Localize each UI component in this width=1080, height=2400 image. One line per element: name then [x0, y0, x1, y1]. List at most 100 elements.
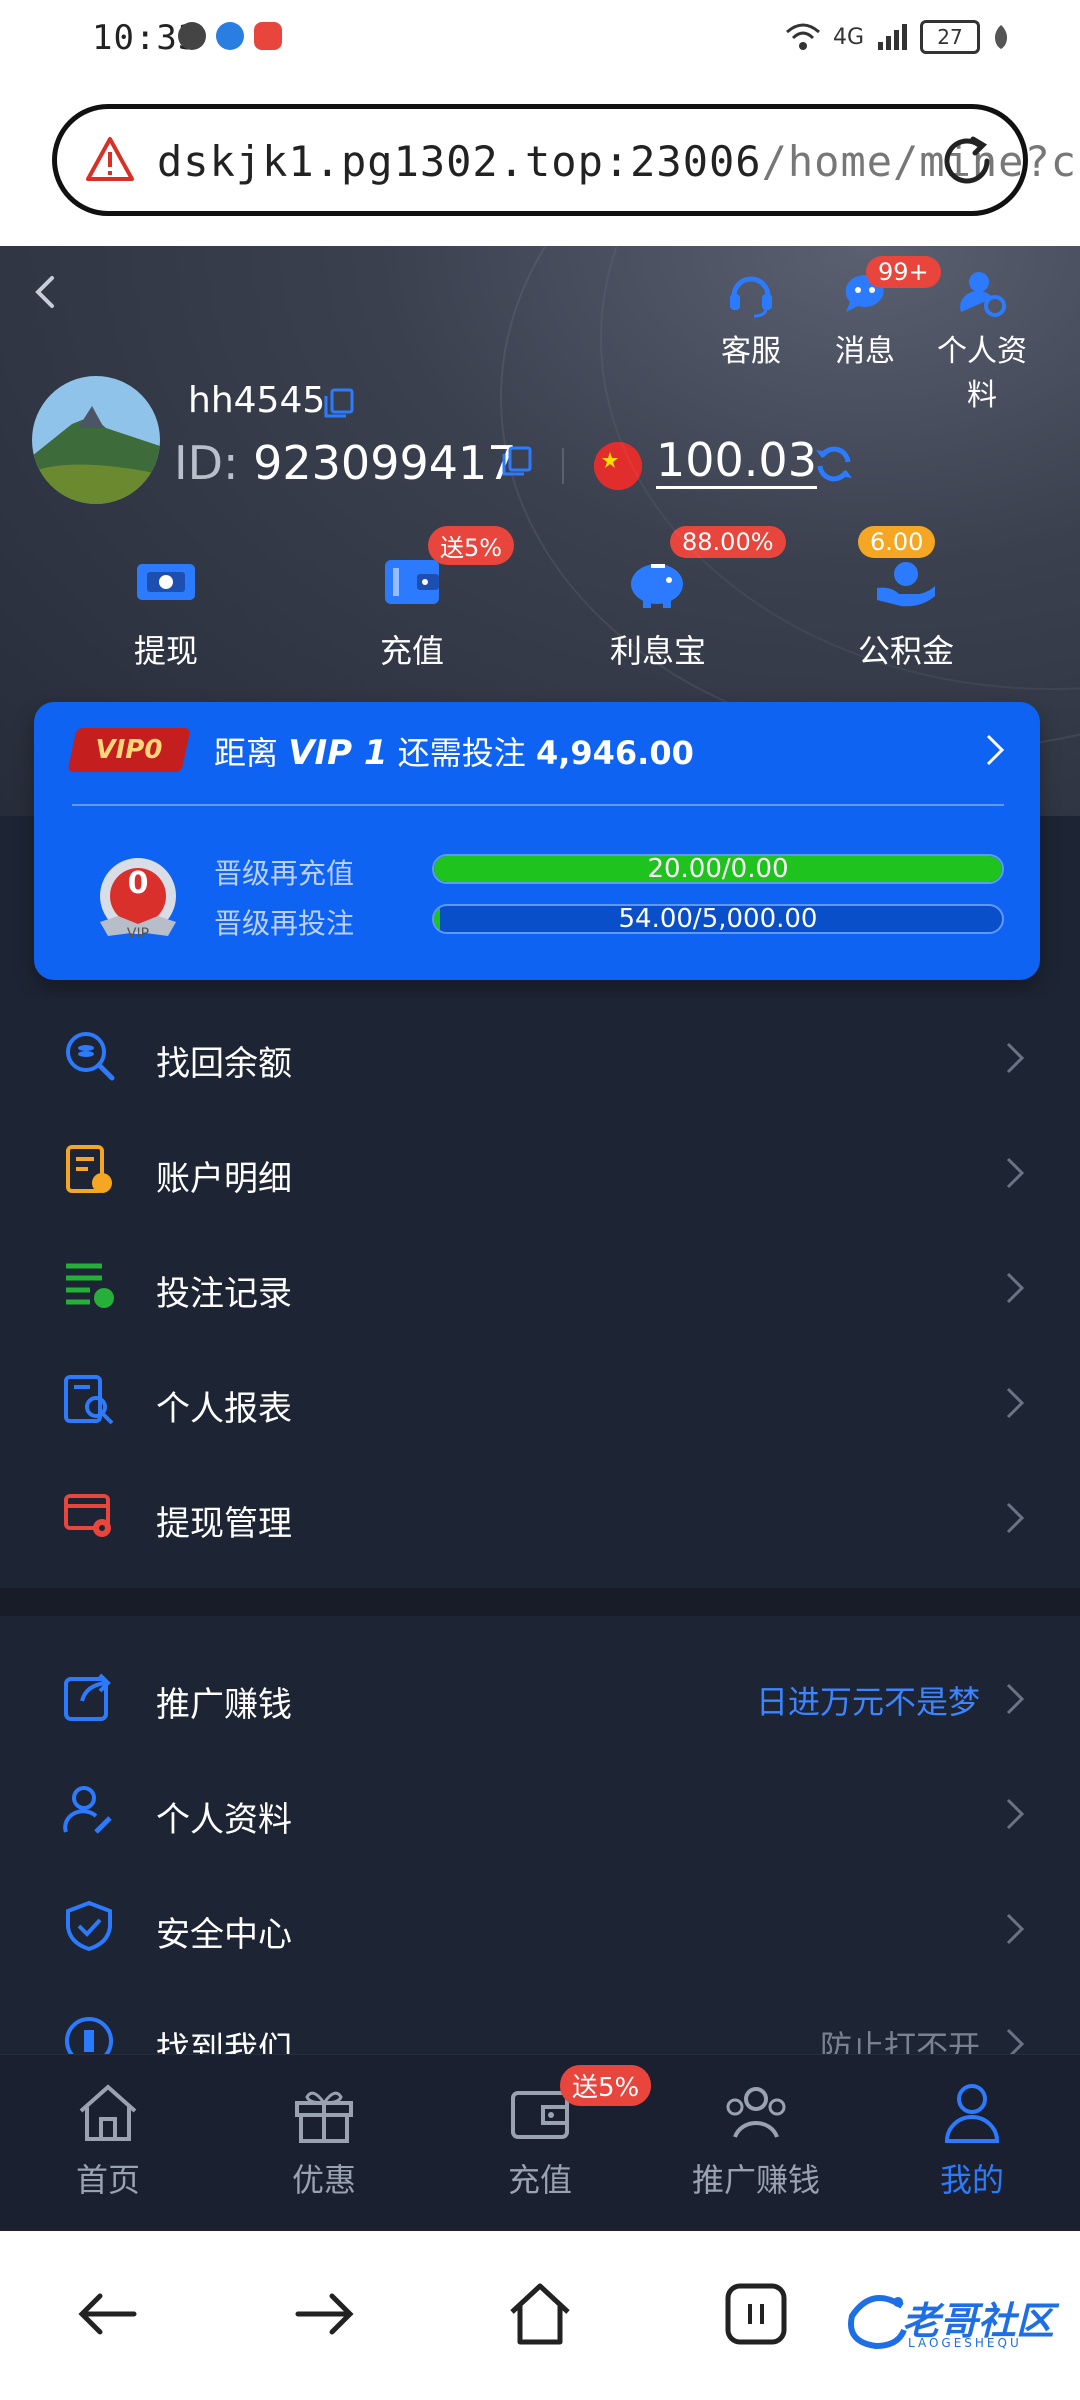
records-list-icon — [66, 1263, 114, 1308]
balance-amount: 100.03 — [656, 433, 817, 489]
tab-home[interactable]: 首页 — [18, 2079, 198, 2201]
menu-promote-earn[interactable]: 推广赚钱 日进万元不是梦 — [0, 1639, 1080, 1754]
tab-promote-earn[interactable]: 推广赚钱 — [666, 2079, 846, 2201]
divider — [72, 804, 1004, 806]
interest-rate-badge: 88.00% — [670, 526, 786, 558]
bet-progress-text: 54.00/5,000.00 — [618, 904, 818, 934]
menu-group-more: 推广赚钱 日进万元不是梦 个人资料 安全中心 找到我们 防止打不开 — [0, 1639, 1080, 2099]
back-icon[interactable] — [28, 274, 64, 310]
user-settings-icon — [960, 272, 1006, 317]
chevron-right-icon — [1006, 1042, 1025, 1074]
ledger-icon — [66, 1145, 112, 1193]
report-search-icon — [64, 1375, 114, 1425]
tab-label: 充值 — [507, 2161, 572, 2199]
copy-username-icon[interactable] — [322, 386, 356, 420]
tab-label: 我的 — [939, 2161, 1004, 2199]
recharge-upgrade-label: 晋级再充值 — [214, 857, 355, 890]
vip-level-text: VIP0 — [95, 735, 163, 765]
withdraw-button[interactable]: 提现 — [86, 546, 246, 672]
provident-fund-button[interactable]: 公积金 — [826, 546, 986, 672]
vip-text-prefix: 距离 — [214, 734, 279, 772]
warning-icon — [86, 137, 134, 181]
withdraw-icon — [137, 564, 195, 600]
tab-mine[interactable]: 我的 — [882, 2079, 1062, 2201]
messages-button[interactable]: 消息 — [810, 266, 920, 370]
signal-icon — [878, 24, 907, 50]
chevron-right-icon — [986, 734, 1005, 766]
app-notification-icon — [216, 22, 244, 50]
withdraw-label: 提现 — [133, 632, 198, 670]
vip-card[interactable]: VIP0 距离 VIP 1 还需投注 4,946.00 0 VIP 晋级再充值 … — [34, 702, 1040, 980]
menu-label: 推广赚钱 — [156, 1685, 292, 1725]
card-settings-icon — [64, 1494, 111, 1537]
address-bar[interactable]: dskjk1.pg1302.top:23006/home/mine?ci — [52, 104, 1080, 216]
menu-label: 提现管理 — [156, 1504, 292, 1544]
huawei-icon — [254, 22, 282, 50]
menu-personal-info[interactable]: 个人资料 — [0, 1754, 1080, 1869]
profile-info-button[interactable]: 个人资料 — [924, 266, 1040, 414]
chevron-right-icon — [1006, 1387, 1025, 1419]
battery-indicator: 27 — [920, 20, 980, 54]
bottom-tab-bar: 首页 优惠 充值 送5% 推广赚钱 我的 — [0, 2054, 1080, 2231]
leaf-icon — [994, 25, 1008, 49]
menu-withdraw-management[interactable]: 提现管理 — [0, 1458, 1080, 1573]
menu-personal-report[interactable]: 个人报表 — [0, 1343, 1080, 1458]
chevron-right-icon — [1006, 1157, 1025, 1189]
tabs-icon[interactable] — [720, 2278, 792, 2350]
tab-recharge-badge: 送5% — [560, 2065, 652, 2106]
watermark-subtext: LAOGESHEQU — [908, 2336, 1022, 2350]
profile-info-label: 个人资料 — [937, 334, 1027, 413]
menu-group-account: 找回余额 账户明细 投注记录 个人报表 提现管理 — [0, 998, 1080, 1573]
copy-id-icon[interactable] — [500, 444, 534, 478]
group-divider — [0, 1588, 1080, 1616]
system-nav-bar: 老哥社区 LAOGESHEQU — [0, 2232, 1080, 2400]
menu-label: 账户明细 — [156, 1159, 292, 1199]
url-host: dskjk1.pg1302.top:23006 — [157, 137, 762, 186]
home-icon — [79, 2084, 137, 2141]
menu-label: 安全中心 — [156, 1915, 292, 1955]
user-id: ID: 923099417 — [174, 436, 517, 490]
chevron-right-icon — [1006, 1798, 1025, 1830]
forward-arrow-icon[interactable] — [288, 2278, 360, 2350]
chevron-right-icon — [1006, 1272, 1025, 1304]
refresh-balance-icon[interactable] — [812, 442, 856, 486]
wechat-icon — [178, 22, 206, 50]
tab-promotions[interactable]: 优惠 — [234, 2079, 414, 2201]
vip-medal-caption: VIP — [126, 926, 150, 942]
reload-icon[interactable] — [937, 131, 997, 191]
notification-icons — [178, 22, 282, 50]
search-coin-icon — [66, 1032, 115, 1081]
hand-coin-icon — [877, 562, 935, 607]
menu-bet-records[interactable]: 投注记录 — [0, 1228, 1080, 1343]
home-nav-icon[interactable] — [504, 2278, 576, 2350]
recharge-bonus-badge: 送5% — [428, 526, 515, 565]
headset-icon — [730, 276, 772, 318]
watermark-logo: 老哥社区 LAOGESHEQU — [842, 2286, 1068, 2356]
chevron-right-icon — [1006, 1913, 1025, 1945]
vip-required-amount: 4,946.00 — [535, 734, 694, 772]
gift-icon — [295, 2091, 353, 2143]
user-id-label: ID: — [174, 436, 239, 490]
shield-check-icon — [66, 1900, 112, 1952]
vip-next-level: VIP 1 — [288, 733, 388, 773]
menu-account-details[interactable]: 账户明细 — [0, 1113, 1080, 1228]
back-arrow-icon[interactable] — [72, 2278, 144, 2350]
provident-fund-label: 公积金 — [857, 632, 954, 670]
interest-treasure-button[interactable]: 利息宝 — [578, 546, 738, 672]
menu-security-center[interactable]: 安全中心 — [0, 1869, 1080, 1984]
tab-label: 优惠 — [291, 2161, 356, 2199]
menu-label: 个人资料 — [156, 1800, 292, 1840]
menu-recover-balance[interactable]: 找回余额 — [0, 998, 1080, 1113]
messages-badge: 99+ — [866, 256, 941, 288]
vip-level-tag: VIP0 — [67, 728, 191, 772]
chevron-right-icon — [1006, 1683, 1025, 1715]
vip-headline: 距离 VIP 1 还需投注 4,946.00 — [214, 728, 694, 774]
url-path: /home/mine?ci — [761, 137, 1080, 186]
interest-treasure-label: 利息宝 — [609, 632, 706, 670]
customer-service-button[interactable]: 客服 — [696, 266, 806, 370]
avatar-image — [32, 376, 160, 504]
chevron-right-icon — [1006, 1502, 1025, 1534]
avatar[interactable] — [32, 376, 160, 504]
recharge-label: 充值 — [379, 632, 444, 670]
vip-text-middle: 还需投注 — [397, 734, 526, 772]
